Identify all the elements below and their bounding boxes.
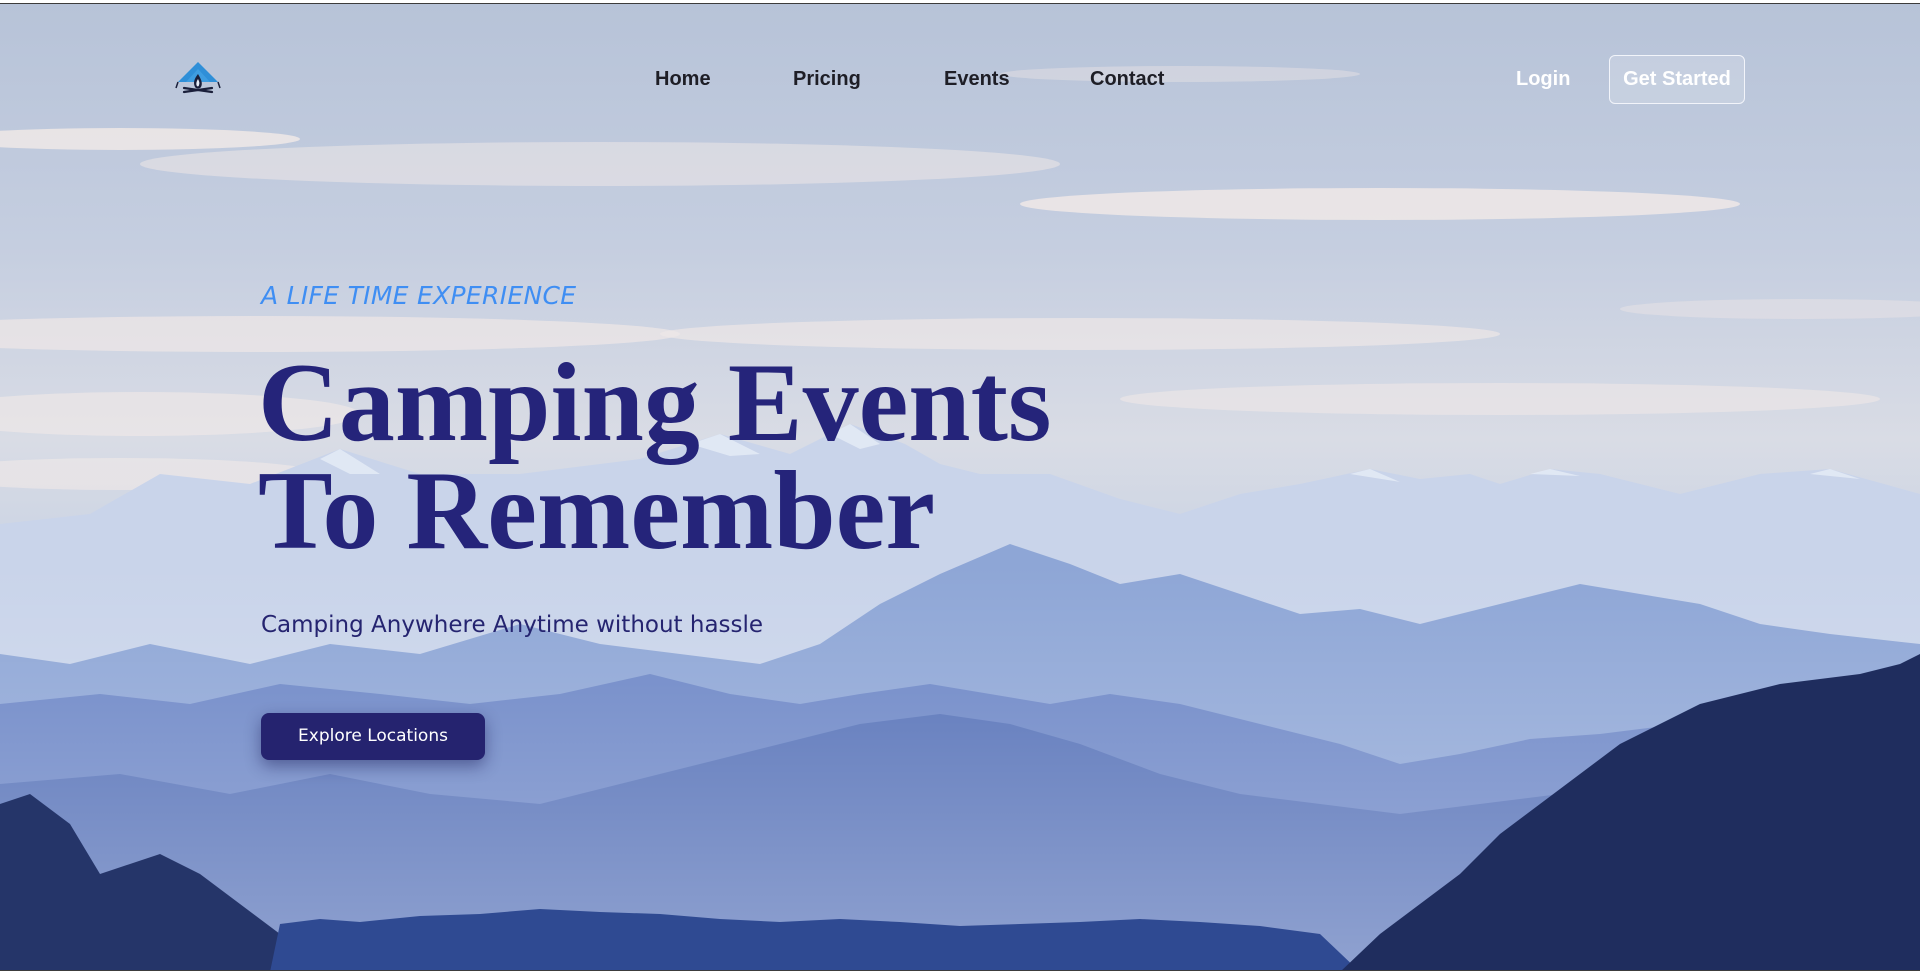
nav-link-events[interactable]: Events: [944, 65, 1010, 93]
hero-headline-line-2: To Remember: [258, 449, 936, 573]
hero-headline-line-1: Camping Events: [258, 341, 1052, 465]
hero-headline: Camping Events To Remember: [258, 341, 1052, 573]
nav-link-contact[interactable]: Contact: [1090, 65, 1164, 93]
hero-subline: Camping Anywhere Anytime without hassle: [261, 612, 764, 638]
login-link[interactable]: Login: [1516, 65, 1570, 93]
hero-tagline: A LIFE TIME EXPERIENCE: [261, 281, 577, 310]
get-started-button[interactable]: Get Started: [1609, 55, 1745, 104]
hero-section: Home Pricing Events Contact Login Get St…: [0, 3, 1920, 971]
nav-link-home[interactable]: Home: [655, 65, 711, 93]
nav-link-pricing[interactable]: Pricing: [793, 65, 861, 93]
explore-locations-button[interactable]: Explore Locations: [261, 713, 485, 760]
page-frame: Home Pricing Events Contact Login Get St…: [0, 0, 1920, 974]
tent-campfire-icon[interactable]: [174, 59, 222, 99]
